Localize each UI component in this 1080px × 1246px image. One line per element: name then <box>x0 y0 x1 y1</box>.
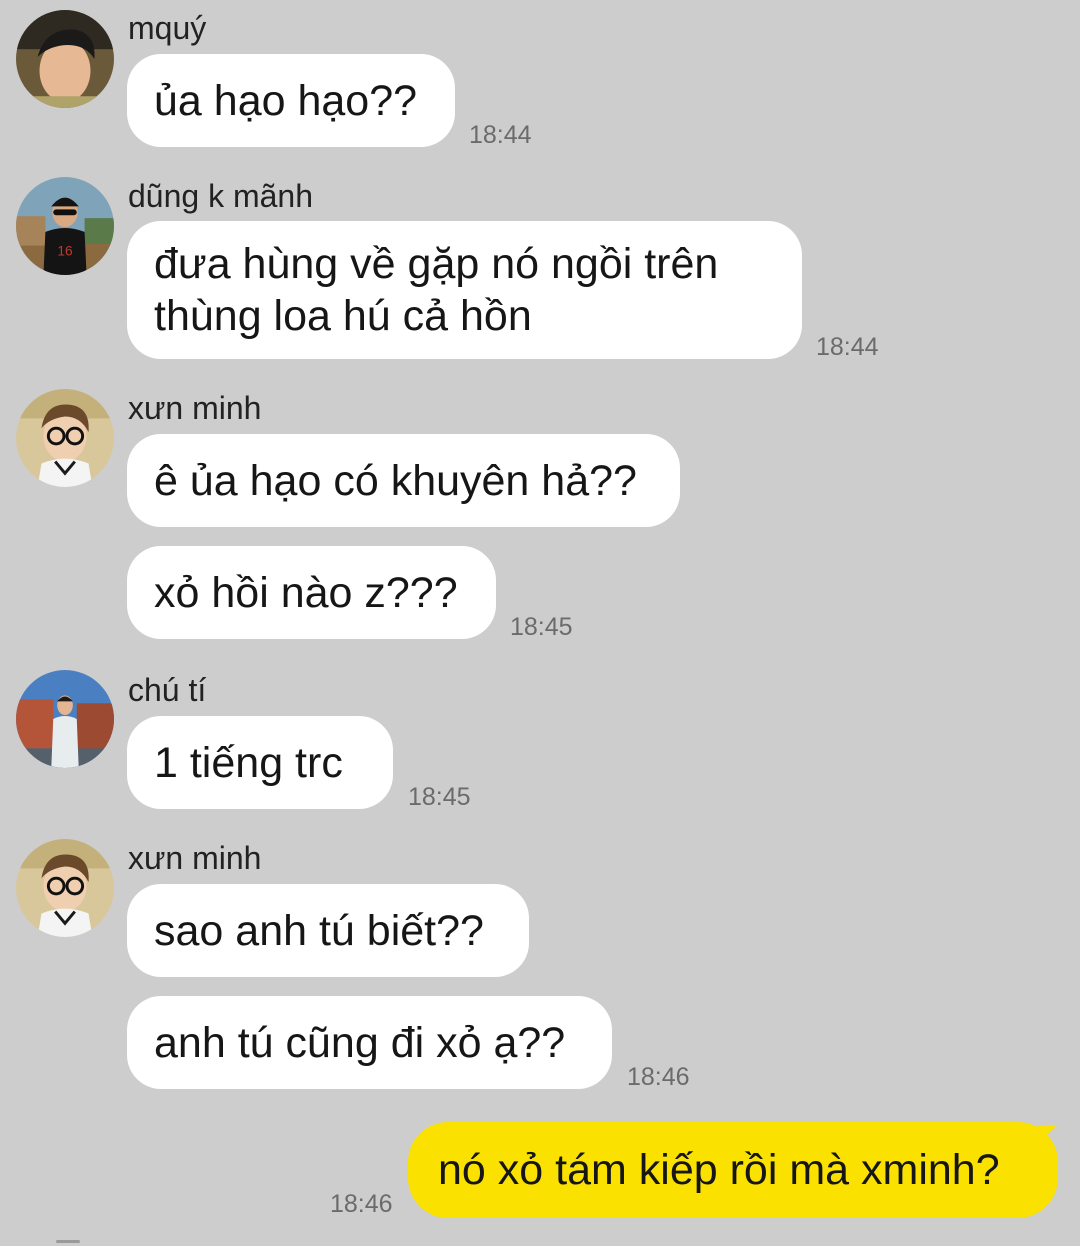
message-bubble[interactable]: ủa hạo hạo?? <box>127 54 455 147</box>
avatar[interactable] <box>16 839 114 937</box>
avatar[interactable]: 16 <box>16 177 114 275</box>
message-bubble[interactable]: 1 tiếng trc <box>127 716 393 809</box>
avatar[interactable] <box>16 389 114 487</box>
message-text: ủa hạo hạo?? <box>154 76 418 125</box>
sender-name: mquý <box>128 10 207 46</box>
timestamp: 18:44 <box>816 333 879 361</box>
message-text: 1 tiếng trc <box>154 738 343 787</box>
message-bubble[interactable]: xỏ hồi nào z??? <box>127 546 496 639</box>
timestamp: 18:45 <box>408 783 471 811</box>
sender-name: xưn minh <box>128 840 262 876</box>
sender-name: chú tí <box>128 672 207 708</box>
divider <box>56 1240 80 1243</box>
message-bubble[interactable]: ê ủa hạo có khuyên hả?? <box>127 434 680 527</box>
sender-name: dũng k mãnh <box>128 178 314 214</box>
message-text: sao anh tú biết?? <box>154 906 484 955</box>
bubble-tail <box>1038 1125 1058 1143</box>
svg-text:16: 16 <box>57 243 73 258</box>
message-text: đưa hùng về gặp nó ngồi trên thùng loa h… <box>154 240 719 340</box>
timestamp: 18:45 <box>510 613 573 641</box>
message-text: anh tú cũng đi xỏ ạ?? <box>154 1018 566 1067</box>
message-text: xỏ hồi nào z??? <box>154 568 458 617</box>
message-text: ê ủa hạo có khuyên hả?? <box>154 456 637 505</box>
message-bubble[interactable]: đưa hùng về gặp nó ngồi trên thùng loa h… <box>127 221 802 359</box>
message-bubble[interactable]: anh tú cũng đi xỏ ạ?? <box>127 996 612 1089</box>
message-text: nó xỏ tám kiếp rồi mà xminh? <box>438 1146 1000 1194</box>
timestamp: 18:46 <box>330 1190 393 1218</box>
sender-name: xưn minh <box>128 390 262 426</box>
avatar[interactable] <box>16 10 114 108</box>
message-bubble[interactable]: sao anh tú biết?? <box>127 884 529 977</box>
timestamp: 18:44 <box>469 121 532 149</box>
chat-thread: mquý ủa hạo hạo?? 18:44 16 dũng k mãnh đ… <box>0 0 1080 1246</box>
timestamp: 18:46 <box>627 1063 690 1091</box>
avatar[interactable] <box>16 670 114 768</box>
outgoing-message-bubble[interactable]: nó xỏ tám kiếp rồi mà xminh? <box>408 1122 1058 1218</box>
